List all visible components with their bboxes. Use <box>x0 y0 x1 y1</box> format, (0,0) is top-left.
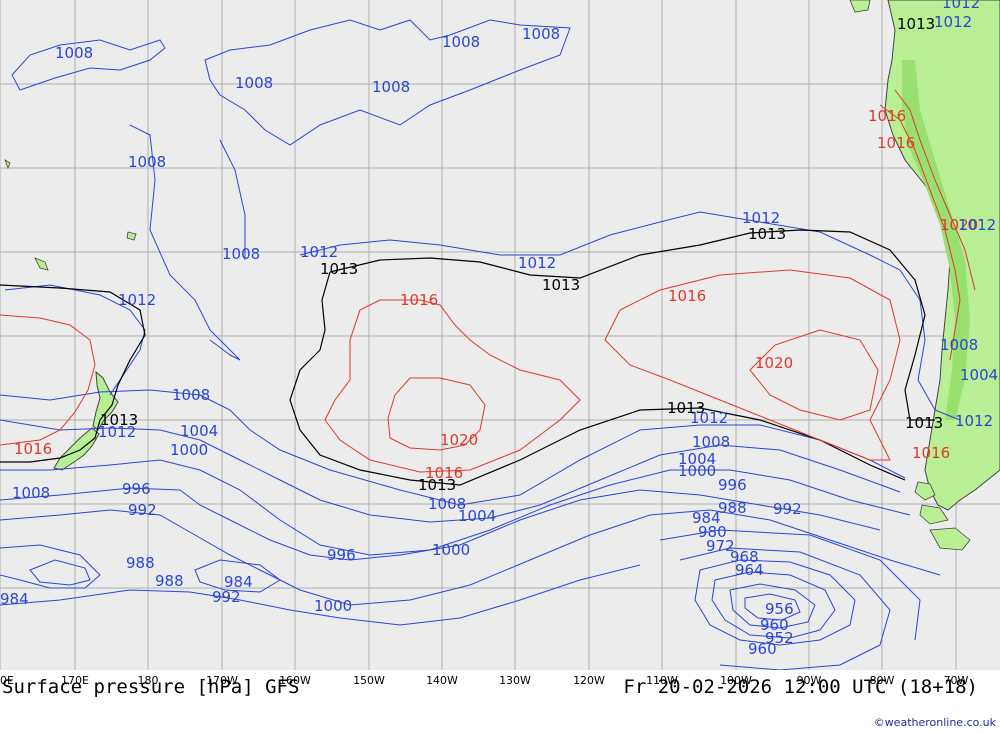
isobar-label: 1008 <box>235 74 273 92</box>
isobar-label: 1008 <box>222 245 260 263</box>
isobar-label: 996 <box>718 476 747 494</box>
pressure-map: 1008 1008 1008 1008 1008 1008 1008 1012 … <box>0 0 1000 687</box>
isobar-label: 1016 <box>400 291 438 309</box>
isobar-label: 1012 <box>300 243 338 261</box>
isobar-label: 1008 <box>522 25 560 43</box>
isobar-label: 1008 <box>55 44 93 62</box>
isobar-label: 988 <box>126 554 155 572</box>
isobar-label: 1008 <box>372 78 410 96</box>
isobar-label: 988 <box>155 572 184 590</box>
isobar-label: 1000 <box>678 462 716 480</box>
isobar-label: 1013 <box>748 225 786 243</box>
isobar-label: 1008 <box>692 433 730 451</box>
longitude-label: 120W <box>573 674 605 687</box>
longitude-label: 130W <box>499 674 531 687</box>
isobar-label: 1013 <box>905 414 943 432</box>
isobar-label: 1020 <box>440 431 478 449</box>
isobar-label: 1008 <box>12 484 50 502</box>
isobar-label: 1012 <box>958 216 996 234</box>
isobar-label: 996 <box>327 546 356 564</box>
isobar-label: 1013 <box>320 260 358 278</box>
isobar-label: 1016 <box>912 444 950 462</box>
isobar-label: 1016 <box>868 107 906 125</box>
isobar-label: 1000 <box>432 541 470 559</box>
isobar-label: 1012 <box>934 13 972 31</box>
isobar-label: 1004 <box>180 422 218 440</box>
isobar-label: 956 <box>765 600 794 618</box>
valid-time: Fr 20-02-2026 12:00 UTC (18+18) <box>623 676 978 698</box>
longitude-label: 150W <box>353 674 385 687</box>
product-title: Surface pressure [hPa] GFS <box>2 676 300 698</box>
isobar-label: 1016 <box>668 287 706 305</box>
isobar-label: 1008 <box>172 386 210 404</box>
isobar-label: 964 <box>735 561 764 579</box>
isobar-label: 1012 <box>118 291 156 309</box>
longitude-label: 140W <box>426 674 458 687</box>
isobar-label: 1013 <box>542 276 580 294</box>
isobar-label: 992 <box>773 500 802 518</box>
isobar-label: 1008 <box>442 33 480 51</box>
isobar-label: 1016 <box>877 134 915 152</box>
isobar-label: 1000 <box>314 597 352 615</box>
isobar-label: 1008 <box>428 495 466 513</box>
isobar-label: 992 <box>128 501 157 519</box>
isobar-label: 1013 <box>897 15 935 33</box>
isobar-label: 984 <box>0 590 29 608</box>
isobar-label: 1008 <box>940 336 978 354</box>
isobar-label: 1013 <box>667 399 705 417</box>
weather-map-page: 1008 1008 1008 1008 1008 1008 1008 1012 … <box>0 0 1000 733</box>
site-credit-link[interactable]: ©weatheronline.co.uk <box>874 716 996 729</box>
isobar-label: 1016 <box>14 440 52 458</box>
isobar-label: 1012 <box>518 254 556 272</box>
isobar-label: 1000 <box>170 441 208 459</box>
isobar-label: 1012 <box>955 412 993 430</box>
isobar-label: 960 <box>748 640 777 658</box>
isobar-label: 988 <box>718 499 747 517</box>
isobar-label: 1016 <box>425 464 463 482</box>
isobar-label: 1012 <box>942 0 980 12</box>
isobar-label: 1020 <box>755 354 793 372</box>
isobar-label: 1008 <box>128 153 166 171</box>
isobar-label: 992 <box>212 588 241 606</box>
isobar-label: 1004 <box>960 366 998 384</box>
isobar-label: 996 <box>122 480 151 498</box>
isobar-label: 1012 <box>98 423 136 441</box>
